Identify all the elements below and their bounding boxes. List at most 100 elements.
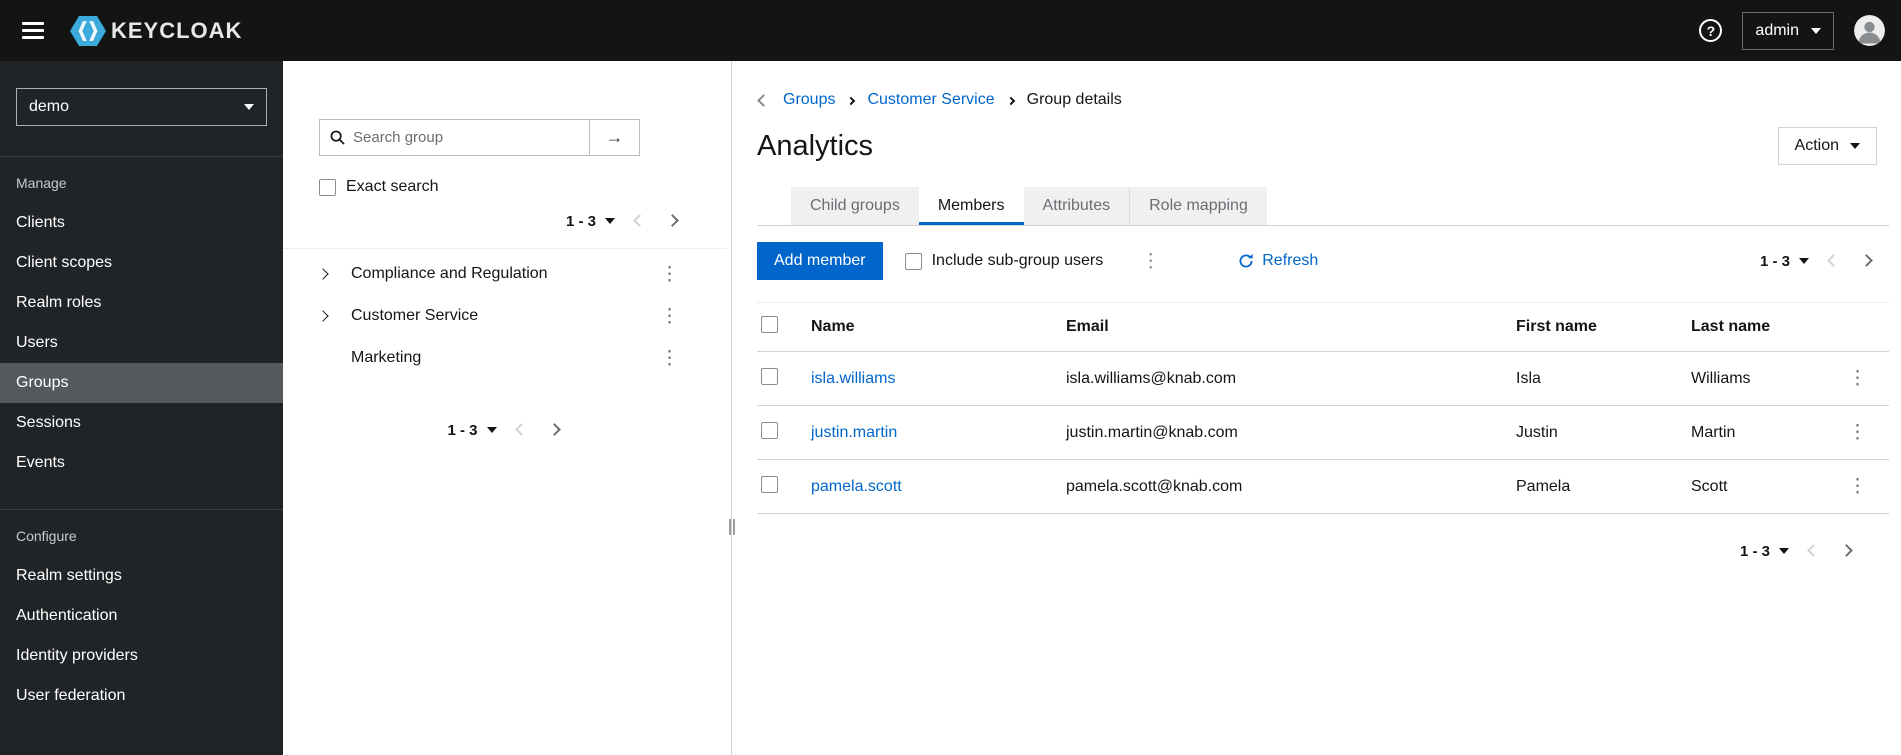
pagination-range: 1 - 3 — [1759, 252, 1790, 270]
refresh-label: Refresh — [1262, 252, 1319, 269]
exact-search-option[interactable]: Exact search — [319, 178, 689, 196]
per-page-toggle[interactable]: 1 - 3 — [1732, 537, 1797, 566]
row-checkbox[interactable] — [761, 367, 778, 385]
group-search-input[interactable] — [353, 129, 579, 146]
prev-page-button[interactable] — [1797, 536, 1830, 566]
kebab-menu-icon[interactable]: ⋮ — [652, 303, 687, 330]
group-tree-item-customer-service[interactable]: Customer Service ⋮ — [283, 295, 727, 337]
masthead: KEYCLOAK ? admin — [0, 0, 1901, 61]
refresh-button[interactable]: Refresh — [1238, 252, 1318, 270]
pagination-range: 1 - 3 — [565, 212, 596, 230]
select-all-checkbox[interactable] — [761, 316, 778, 333]
row-checkbox[interactable] — [761, 475, 778, 493]
member-last-name: Martin — [1681, 405, 1830, 460]
prev-page-button[interactable] — [1817, 246, 1850, 276]
sidebar-item-events[interactable]: Events — [0, 443, 283, 483]
caret-down-icon — [1850, 143, 1860, 149]
expand-chevron-icon[interactable] — [317, 266, 339, 282]
realm-selector[interactable]: demo — [16, 88, 267, 126]
next-page-button[interactable] — [538, 415, 571, 445]
tab-attributes[interactable]: Attributes — [1023, 187, 1130, 225]
action-dropdown-button[interactable]: Action — [1777, 127, 1877, 165]
members-pagination-bottom: 1 - 3 — [757, 536, 1889, 566]
pagination-range: 1 - 3 — [1739, 542, 1770, 560]
breadcrumb-current: Group details — [1026, 91, 1122, 108]
group-name: Marketing — [351, 349, 422, 366]
next-page-button[interactable] — [1850, 246, 1883, 276]
keycloak-logo-icon — [70, 15, 106, 46]
members-toolbar: Add member Include sub-group users ⋮ Ref… — [757, 242, 1889, 280]
member-last-name: Scott — [1681, 459, 1830, 514]
caret-down-icon — [244, 104, 254, 110]
sidebar-item-identity-providers[interactable]: Identity providers — [0, 636, 283, 676]
per-page-toggle[interactable]: 1 - 3 — [558, 207, 623, 236]
user-menu-button[interactable]: admin — [1742, 11, 1834, 50]
column-header-email: Email — [1056, 302, 1506, 352]
sidebar-item-users[interactable]: Users — [0, 323, 283, 363]
section-title-manage: Manage — [16, 175, 67, 191]
search-submit-button[interactable]: → — [589, 119, 640, 156]
next-page-button[interactable] — [656, 206, 689, 236]
exact-search-label: Exact search — [346, 178, 439, 195]
member-name-link[interactable]: pamela.scott — [811, 478, 902, 495]
nav-section-configure: Configure Realm settings Authentication … — [0, 509, 283, 716]
sidebar-item-user-federation[interactable]: User federation — [0, 676, 283, 716]
member-name-link[interactable]: isla.williams — [811, 370, 895, 387]
include-subgroup-option[interactable]: Include sub-group users — [904, 252, 1103, 270]
breadcrumb-groups-link[interactable]: Groups — [783, 91, 835, 109]
prev-page-button[interactable] — [505, 415, 538, 445]
kebab-menu-icon[interactable]: ⋮ — [652, 261, 687, 288]
chevron-right-icon — [1840, 544, 1853, 557]
sidebar-item-client-scopes[interactable]: Client scopes — [0, 243, 283, 283]
avatar[interactable] — [1854, 15, 1885, 46]
column-header-first-name: First name — [1506, 302, 1681, 352]
tab-role-mapping[interactable]: Role mapping — [1129, 187, 1267, 225]
member-name-link[interactable]: justin.martin — [811, 424, 897, 441]
include-subgroup-checkbox[interactable] — [904, 252, 922, 270]
caret-down-icon — [486, 427, 497, 433]
tab-child-groups[interactable]: Child groups — [791, 187, 919, 225]
kebab-menu-icon[interactable]: ⋮ — [1133, 248, 1168, 275]
realm-selector-area: demo — [0, 61, 283, 157]
page-title: Analytics — [757, 129, 874, 162]
groups-pagination-top: 1 - 3 — [319, 206, 689, 236]
next-page-button[interactable] — [1830, 536, 1863, 566]
back-chevron-icon[interactable] — [757, 93, 770, 107]
sidebar-item-authentication[interactable]: Authentication — [0, 596, 283, 636]
sidebar-item-realm-settings[interactable]: Realm settings — [0, 556, 283, 596]
exact-search-checkbox[interactable] — [319, 178, 336, 196]
kebab-menu-icon[interactable]: ⋮ — [1840, 473, 1875, 500]
sidebar-item-sessions[interactable]: Sessions — [0, 403, 283, 443]
chevron-right-icon — [1860, 254, 1873, 267]
kebab-menu-icon[interactable]: ⋮ — [652, 345, 687, 372]
user-name: admin — [1755, 21, 1799, 39]
hamburger-menu-icon[interactable] — [12, 12, 54, 49]
sidebar-item-clients[interactable]: Clients — [0, 203, 283, 243]
tab-members[interactable]: Members — [918, 187, 1024, 225]
chevron-right-icon — [547, 423, 561, 436]
per-page-toggle[interactable]: 1 - 3 — [1752, 247, 1817, 276]
add-member-button[interactable]: Add member — [757, 242, 883, 280]
per-page-toggle[interactable]: 1 - 3 — [439, 416, 504, 445]
member-first-name: Pamela — [1506, 459, 1681, 514]
group-tree-item-compliance[interactable]: Compliance and Regulation ⋮ — [283, 253, 727, 295]
chevron-left-icon — [1827, 254, 1840, 267]
row-checkbox[interactable] — [761, 421, 778, 439]
caret-down-icon — [605, 218, 615, 224]
sidebar-item-realm-roles[interactable]: Realm roles — [0, 283, 283, 323]
kebab-menu-icon[interactable]: ⋮ — [1840, 365, 1875, 392]
expand-chevron-icon[interactable] — [317, 308, 339, 324]
kebab-menu-icon[interactable]: ⋮ — [1840, 419, 1875, 446]
table-row: isla.williams isla.williams@knab.com Isl… — [757, 351, 1889, 406]
prev-page-button[interactable] — [623, 206, 656, 236]
sidebar-nav: demo Manage Clients Client scopes Realm … — [0, 61, 283, 755]
help-icon[interactable]: ? — [1699, 19, 1723, 42]
breadcrumb-customer-service-link[interactable]: Customer Service — [867, 91, 994, 109]
group-tree-item-marketing[interactable]: Marketing ⋮ — [283, 337, 727, 379]
caret-down-icon — [1799, 258, 1809, 264]
table-header-row: Name Email First name Last name — [757, 302, 1889, 352]
caret-down-icon — [1811, 27, 1821, 34]
resize-handle[interactable] — [729, 519, 735, 536]
sidebar-item-groups[interactable]: Groups — [0, 363, 283, 403]
group-search-field — [319, 119, 589, 156]
